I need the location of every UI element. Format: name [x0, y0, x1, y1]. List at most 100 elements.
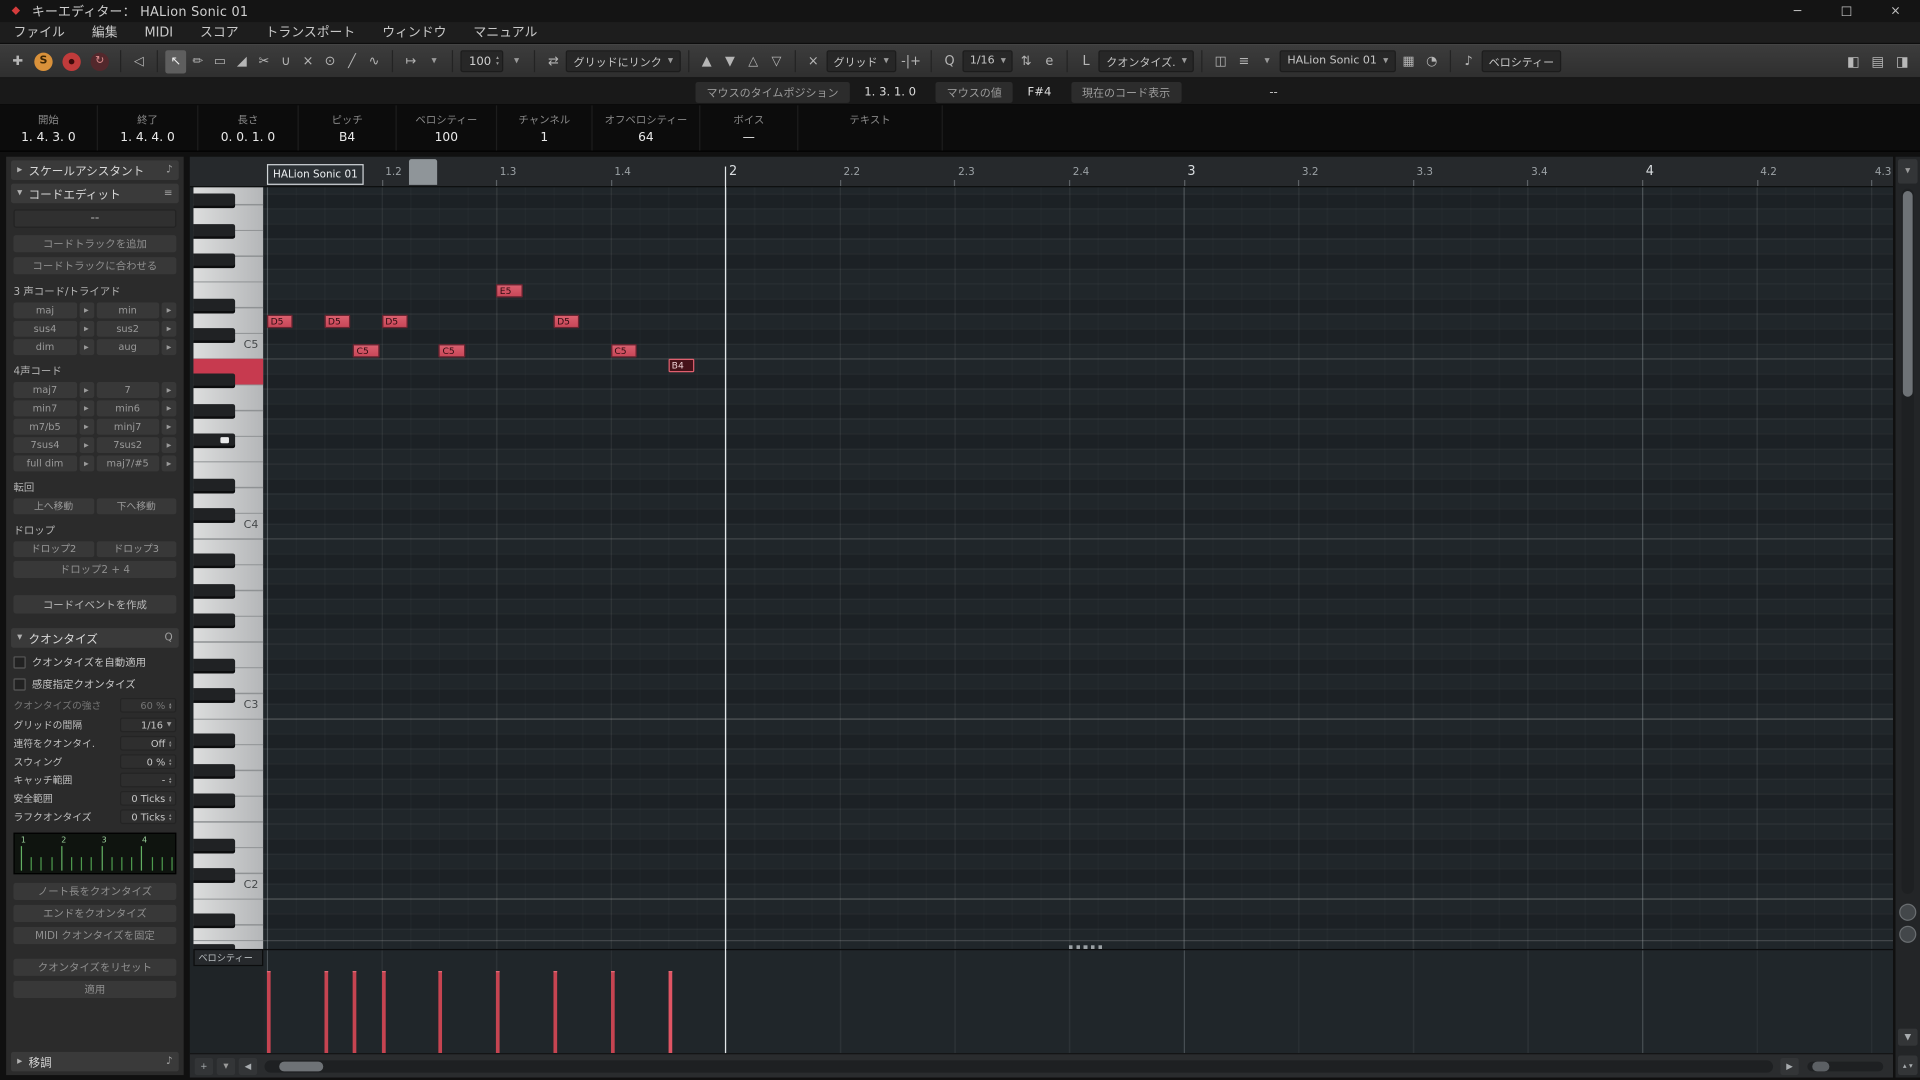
- menu-item-score[interactable]: スコア: [187, 22, 253, 43]
- drop-2-button[interactable]: ドロップ2: [13, 541, 93, 557]
- spinner-arrows-icon[interactable]: ▴▾: [169, 739, 171, 748]
- black-key[interactable]: [193, 733, 235, 748]
- grid-type-dropdown[interactable]: グリッド ▼: [826, 50, 896, 72]
- midi-note-C5-7[interactable]: C5: [611, 344, 637, 357]
- black-key[interactable]: [193, 838, 235, 853]
- horizontal-zoom-knob[interactable]: [1812, 1061, 1829, 1071]
- snap-icon[interactable]: ⇄: [543, 50, 564, 73]
- seventh-chord-button-minj7[interactable]: minj7: [96, 419, 159, 435]
- midi-note-D5-1[interactable]: D5: [324, 314, 350, 327]
- scroll-down-button[interactable]: ▼: [1898, 1029, 1918, 1046]
- zoom-preset-menu-button[interactable]: ▼: [217, 1057, 235, 1074]
- quantize-panel-button[interactable]: e: [1039, 50, 1060, 73]
- black-key[interactable]: [193, 763, 235, 778]
- note-info-value[interactable]: 0. 0. 1. 0: [221, 130, 276, 143]
- spinner-arrows-icon[interactable]: ▴▾: [169, 776, 171, 785]
- black-key[interactable]: [193, 868, 235, 883]
- note-grid[interactable]: D5D5C5D5C5E5D5C5B4: [263, 187, 1893, 949]
- autoscroll-options-caret[interactable]: ▼: [424, 50, 445, 73]
- acoustic-feedback-icon[interactable]: ◁: [129, 50, 150, 73]
- hscroll-thumb[interactable]: [279, 1061, 323, 1071]
- triad-chord-arrow-5[interactable]: ▶: [162, 339, 177, 355]
- part-list-caret[interactable]: ▼: [1257, 50, 1278, 73]
- warp-tool-button[interactable]: ∿: [364, 50, 385, 73]
- part-selector-dropdown[interactable]: HALion Sonic 01 ▼: [1280, 50, 1396, 72]
- add-chord-track-button[interactable]: コードトラックを追加: [13, 235, 176, 252]
- menu-item-file[interactable]: ファイル: [0, 22, 78, 43]
- spinner-arrows-icon[interactable]: ▴▾: [169, 794, 171, 803]
- seventh-chord-button-fulldim[interactable]: full dim: [13, 456, 76, 472]
- triad-chord-arrow-1[interactable]: ▶: [162, 302, 177, 318]
- part-name-chip[interactable]: HALion Sonic 01: [267, 164, 364, 185]
- ruler-options-button[interactable]: ▼: [1898, 159, 1918, 183]
- velocity-bar-5[interactable]: [496, 971, 500, 1053]
- midi-note-D5-3[interactable]: D5: [382, 314, 408, 327]
- snap-off-icon[interactable]: ×: [803, 50, 824, 73]
- velocity-bar-7[interactable]: [611, 971, 615, 1053]
- note-info-value[interactable]: 100: [435, 130, 458, 143]
- scale-assistant-section-header[interactable]: ▶ スケールアシスタント ♪: [11, 160, 179, 180]
- velocity-lane[interactable]: [263, 949, 1893, 1053]
- black-key[interactable]: [193, 583, 235, 598]
- cycle-marker-handle[interactable]: [409, 159, 437, 185]
- quantize-note-lengths-button[interactable]: ノート長をクオンタイズ: [13, 883, 176, 900]
- move-up-octave-button[interactable]: △: [743, 50, 764, 73]
- spinner-arrows-icon[interactable]: ▴▾: [169, 757, 171, 766]
- transpose-section-header[interactable]: ▶ 移調 ♪: [11, 1052, 179, 1072]
- velocity-bar-1[interactable]: [324, 971, 328, 1053]
- show-part-borders-button[interactable]: ◫: [1210, 50, 1231, 73]
- midi-note-E5-5[interactable]: E5: [496, 284, 522, 297]
- lane-resize-handle[interactable]: [1069, 945, 1103, 949]
- soft-quantize-checkbox[interactable]: [13, 678, 25, 690]
- chord-editing-section-header[interactable]: ▼ コードエディット ≡: [11, 184, 179, 204]
- scroll-left-button[interactable]: ◀: [239, 1057, 257, 1074]
- note-info-value[interactable]: B4: [339, 130, 355, 143]
- snap-type-dropdown[interactable]: グリッドにリンク ▼: [566, 50, 680, 72]
- triad-chord-button-aug[interactable]: aug: [96, 339, 159, 355]
- quantize-rough-field[interactable]: 0 Ticks▴▾: [120, 809, 176, 824]
- velocity-bar-4[interactable]: [439, 971, 443, 1053]
- iterative-quantize-button[interactable]: ⇅: [1016, 50, 1037, 73]
- black-key[interactable]: [193, 658, 235, 673]
- black-key[interactable]: [193, 403, 235, 418]
- vscroll-thumb[interactable]: [1903, 191, 1913, 397]
- split-tool-button[interactable]: ✂: [253, 50, 274, 73]
- auto-apply-quantize-checkbox[interactable]: [13, 656, 25, 668]
- edit-active-part-button[interactable]: ≡: [1233, 50, 1254, 73]
- record-in-editor-button[interactable]: ●: [62, 52, 80, 70]
- reset-quantize-button[interactable]: クオンタイズをリセット: [13, 959, 176, 976]
- tempo-display-icon[interactable]: ◔: [1421, 50, 1442, 73]
- seventh-chord-button-min6[interactable]: min6: [96, 400, 159, 416]
- velocity-bar-8[interactable]: [668, 971, 672, 1053]
- menu-item-edit[interactable]: 編集: [78, 22, 131, 43]
- zoom-preset-add-button[interactable]: +: [195, 1057, 213, 1074]
- seventh-chord-button-m7b5[interactable]: m7/b5: [13, 419, 76, 435]
- quantize-grid-field[interactable]: 1/16▼: [120, 718, 176, 733]
- piano-keyboard[interactable]: C5C4C3C2: [193, 187, 263, 949]
- drop-3-button[interactable]: ドロップ3: [96, 541, 176, 557]
- trim-tool-button[interactable]: ◢: [231, 50, 252, 73]
- black-key[interactable]: [193, 508, 235, 523]
- line-tool-button[interactable]: ╱: [342, 50, 363, 73]
- solo-editor-button[interactable]: S: [34, 52, 52, 70]
- move-down-octave-button[interactable]: ▽: [766, 50, 787, 73]
- black-key[interactable]: [193, 373, 235, 388]
- glue-tool-button[interactable]: ∪: [276, 50, 297, 73]
- erase-tool-button[interactable]: ▭: [209, 50, 230, 73]
- independent-loop-button[interactable]: ↻: [91, 52, 109, 70]
- seventh-chord-button-7sus2[interactable]: 7sus2: [96, 437, 159, 453]
- hscroll-track[interactable]: [264, 1060, 1773, 1072]
- quantize-safe-field[interactable]: 0 Ticks▴▾: [120, 791, 176, 806]
- select-tool-button[interactable]: ↖: [165, 50, 186, 73]
- seventh-chord-button-min7[interactable]: min7: [13, 400, 76, 416]
- midi-note-D5-0[interactable]: D5: [267, 314, 293, 327]
- midi-note-C5-2[interactable]: C5: [353, 344, 379, 357]
- vscroll-corner-buttons[interactable]: ▴▾: [1898, 1056, 1918, 1076]
- menu-item-transport[interactable]: トランスポート: [252, 22, 369, 43]
- maximize-button[interactable]: □: [1822, 0, 1871, 22]
- menu-item-window[interactable]: ウィンドウ: [369, 22, 460, 43]
- horizontal-zoom-slider[interactable]: [1807, 1061, 1883, 1071]
- black-key[interactable]: [193, 298, 235, 313]
- triad-chord-arrow-2[interactable]: ▶: [79, 321, 94, 337]
- zoom-tool-button[interactable]: ⊙: [320, 50, 341, 73]
